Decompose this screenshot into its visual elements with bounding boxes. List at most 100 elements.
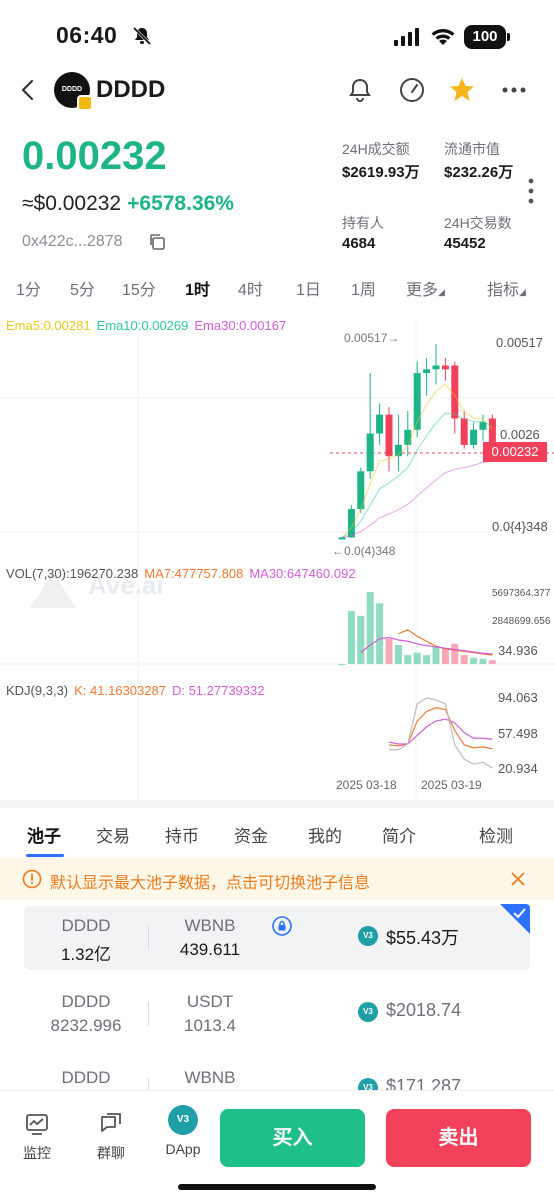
vol-axis-high: 5697364.377 xyxy=(492,588,551,599)
tf-1d[interactable]: 1日 xyxy=(296,276,321,300)
axis-high: 0.00517 xyxy=(496,335,543,350)
tab-check[interactable]: 检测 xyxy=(479,822,513,847)
tf-1w[interactable]: 1周 xyxy=(351,276,376,300)
tab-pools[interactable]: 池子 xyxy=(27,822,61,847)
notice-text: 默认显示最大池子数据，点击可切换池子信息 xyxy=(50,875,371,892)
vol-axis-low: 34.936 xyxy=(498,643,538,658)
tab-active-indicator xyxy=(26,854,64,857)
status-time: 06:40 xyxy=(56,22,118,48)
token-logo: DDDD xyxy=(54,72,93,111)
ema-legend: Ema5:0.00281 Ema10:0.00269 Ema30:0.00167 xyxy=(6,318,286,333)
grid-lines xyxy=(0,320,554,800)
kdj-d-value: D: 51.27739332 xyxy=(171,683,265,698)
pool-row[interactable]: DDDD 8232.996 USDT 1013.4 V3 $2018.74 xyxy=(24,982,530,1046)
vertical-more-icon[interactable] xyxy=(528,178,534,204)
warning-icon xyxy=(22,869,42,889)
date-label-1: 2025 03-18 xyxy=(336,778,397,792)
volume-legend: VOL(7,30):196270.238 MA7:477757.808 MA30:6… xyxy=(6,566,356,581)
kdj-k-value: K: 41.16303287 xyxy=(74,683,166,698)
bell-icon[interactable] xyxy=(346,76,374,104)
battery-indicator: 100 xyxy=(464,25,510,49)
volume-bars-group xyxy=(338,592,496,665)
ema30-value: Ema30:0.00167 xyxy=(194,318,287,333)
nav-group-chat[interactable]: 群聊 xyxy=(86,1111,136,1163)
tab-holders[interactable]: 持币 xyxy=(165,822,199,847)
stat-value-holders: 4684 xyxy=(342,235,376,252)
caret-icon: ◢ xyxy=(438,287,445,297)
pool-amount-b: 1013.4 xyxy=(184,1016,236,1035)
current-price: 0.00232 xyxy=(22,134,167,178)
tf-indicators[interactable]: 指标◢ xyxy=(487,276,526,300)
buy-button[interactable]: 买入 xyxy=(220,1109,365,1167)
volume-bar xyxy=(460,655,468,664)
pool-token-a: DDDD xyxy=(61,992,111,1011)
price-usd-value: ≈$0.00232 xyxy=(22,192,122,215)
pool-token-a: DDDD xyxy=(61,1068,111,1087)
candle-body xyxy=(376,414,384,434)
kdj-axis-high: 94.063 xyxy=(498,690,538,705)
tf-5m[interactable]: 5分 xyxy=(70,276,95,300)
kdj-axis-low: 20.934 xyxy=(498,761,538,776)
tab-trades[interactable]: 交易 xyxy=(96,822,130,847)
nav-dapp-label: DApp xyxy=(165,1141,201,1157)
tf-4h[interactable]: 4时 xyxy=(238,276,263,300)
tf-1m[interactable]: 1分 xyxy=(16,276,41,300)
price-chart[interactable] xyxy=(0,310,554,800)
candle-body xyxy=(338,537,346,540)
volume-bar xyxy=(357,615,365,664)
axis-mid: 0.0026 xyxy=(500,427,540,442)
volume-bar xyxy=(432,646,440,664)
volume-bar xyxy=(376,603,384,664)
price-usd: ≈$0.00232 +6578.36% xyxy=(22,192,234,216)
more-icon[interactable] xyxy=(500,76,528,104)
back-icon[interactable] xyxy=(18,78,40,102)
kdj-axis-mid: 57.498 xyxy=(498,726,538,741)
volume-bar xyxy=(347,610,355,664)
kdj-k-line xyxy=(388,707,493,750)
tf-more-label: 更多 xyxy=(406,282,439,299)
timeframe-bar: 1分 5分 15分 1时 4时 1日 1周 更多◢ 指标◢ xyxy=(0,276,554,302)
axis-low: 0.0{4}348 xyxy=(492,519,548,534)
volume-bar xyxy=(385,638,393,664)
bsc-chain-badge xyxy=(77,95,93,111)
candle-body xyxy=(441,365,449,370)
pool-amount-a: 1.32亿 xyxy=(60,945,112,964)
nav-monitor[interactable]: 监控 xyxy=(12,1111,62,1163)
vol-axis-mid: 2848699.656 xyxy=(492,616,551,627)
token-logo-text: DDDD xyxy=(61,86,83,93)
tf-more[interactable]: 更多◢ xyxy=(406,276,445,300)
close-icon[interactable] xyxy=(508,869,528,889)
stat-value-market-cap: $232.26万 xyxy=(444,164,514,181)
pool-token-b: USDT xyxy=(186,992,234,1011)
kdj-lines-group xyxy=(388,697,493,769)
tab-funds[interactable]: 资金 xyxy=(234,822,268,847)
volume-bar xyxy=(366,592,374,664)
copy-icon[interactable] xyxy=(148,233,166,251)
nav-dapp[interactable]: V3 DApp xyxy=(158,1105,208,1157)
pool-liquidity: $2018.74 xyxy=(386,1000,462,1020)
kdj-label: KDJ(9,3,3) xyxy=(6,683,69,698)
monitor-icon xyxy=(26,1114,48,1135)
date-label-2: 2025 03-19 xyxy=(421,778,482,792)
volume-bar xyxy=(404,655,412,664)
star-icon[interactable] xyxy=(448,76,476,104)
contract-address[interactable]: 0x422c...2878 xyxy=(22,233,123,251)
stat-value-24h-volume: $2619.93万 xyxy=(342,164,420,181)
high-price-marker: 0.00517→ xyxy=(344,331,400,345)
candle-body xyxy=(385,414,393,457)
bell-off-icon xyxy=(132,26,152,46)
candle-body xyxy=(366,433,374,472)
volume-bar xyxy=(338,664,346,665)
kdj-d-line xyxy=(388,718,493,745)
tf-15m[interactable]: 15分 xyxy=(122,276,156,300)
tab-intro[interactable]: 简介 xyxy=(382,822,416,847)
tf-1h[interactable]: 1时 xyxy=(185,276,210,300)
nav-monitor-label: 监控 xyxy=(23,1145,51,1161)
candle-body xyxy=(460,418,468,445)
pool-token-b: WBNB xyxy=(184,916,236,935)
tab-mine[interactable]: 我的 xyxy=(308,822,342,847)
sell-button[interactable]: 卖出 xyxy=(386,1109,531,1167)
pool-notice[interactable]: 默认显示最大池子数据，点击可切换池子信息 xyxy=(0,858,554,900)
kdj-legend: KDJ(9,3,3) K: 41.16303287 D: 51.27739332 xyxy=(6,683,264,698)
gauge-icon[interactable] xyxy=(398,76,426,104)
